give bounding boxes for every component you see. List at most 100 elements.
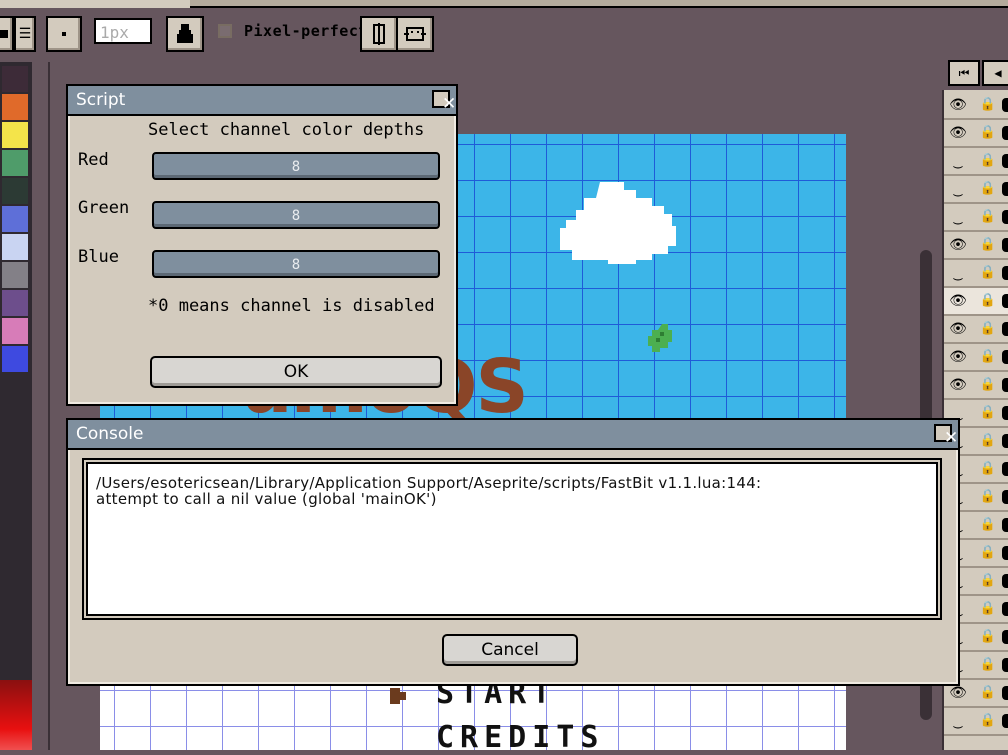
brush-size-input[interactable]: 1px bbox=[94, 18, 152, 44]
ink-bottle-icon bbox=[177, 24, 193, 43]
palette-swatch[interactable] bbox=[2, 122, 28, 148]
palette-swatch[interactable] bbox=[2, 262, 28, 288]
lock-icon[interactable]: 🔒 bbox=[978, 600, 998, 618]
pixel-perfect-label: Pixel-perfect bbox=[244, 22, 368, 40]
lock-icon[interactable]: 🔒 bbox=[978, 404, 998, 422]
eye-open-icon[interactable]: 👁 bbox=[948, 293, 968, 309]
lock-icon[interactable]: 🔒 bbox=[978, 544, 998, 562]
lock-icon[interactable]: 🔒 bbox=[978, 236, 998, 254]
brush-square-button[interactable] bbox=[0, 16, 14, 52]
symmetry-button[interactable] bbox=[360, 16, 398, 52]
ink-button[interactable] bbox=[166, 16, 204, 52]
palette-swatch[interactable] bbox=[2, 150, 28, 176]
lock-icon[interactable]: 🔒 bbox=[978, 684, 998, 702]
eye-closed-icon[interactable]: ‿ bbox=[948, 181, 968, 197]
lock-icon[interactable]: 🔒 bbox=[978, 516, 998, 534]
lock-icon[interactable]: 🔒 bbox=[978, 488, 998, 506]
eye-closed-icon[interactable]: ‿ bbox=[948, 209, 968, 225]
lock-icon[interactable]: 🔒 bbox=[978, 348, 998, 366]
palette-swatch[interactable] bbox=[2, 94, 28, 120]
lock-icon[interactable]: 🔒 bbox=[978, 320, 998, 338]
lock-icon[interactable]: 🔒 bbox=[978, 656, 998, 674]
eye-open-icon[interactable]: 👁 bbox=[948, 237, 968, 253]
layer-row[interactable]: ‿🔒 bbox=[944, 176, 1008, 204]
symmetry-icon bbox=[373, 23, 385, 45]
layer-row[interactable]: 👁 🔒 bbox=[944, 316, 1008, 344]
brush-shape-button[interactable] bbox=[46, 16, 82, 52]
cel-dot-icon bbox=[1002, 490, 1008, 504]
layer-row[interactable]: 👁 🔒 bbox=[944, 92, 1008, 120]
cel-dot-icon bbox=[1002, 658, 1008, 672]
script-dialog-close-button[interactable]: ✕ bbox=[432, 90, 456, 113]
cel-dot-icon bbox=[1002, 714, 1008, 728]
console-output[interactable]: /Users/esotericsean/Library/Application … bbox=[82, 458, 942, 620]
blue-channel-slider[interactable]: 8 bbox=[152, 250, 440, 278]
red-channel-slider[interactable]: 8 bbox=[152, 152, 440, 180]
palette-swatch[interactable] bbox=[2, 66, 28, 92]
red-channel-label: Red bbox=[78, 150, 109, 170]
dot-icon bbox=[62, 32, 66, 36]
eye-open-icon[interactable]: 👁 bbox=[948, 321, 968, 337]
lock-icon[interactable]: 🔒 bbox=[978, 96, 998, 114]
cel-dot-icon bbox=[1002, 350, 1008, 364]
cel-dot-icon bbox=[1002, 462, 1008, 476]
eye-open-icon[interactable]: 👁 bbox=[948, 377, 968, 393]
brush-options-button[interactable]: ☰ bbox=[14, 16, 36, 52]
lock-icon[interactable]: 🔒 bbox=[978, 572, 998, 590]
cel-dot-icon bbox=[1002, 322, 1008, 336]
lock-icon[interactable]: 🔒 bbox=[978, 432, 998, 450]
console-dialog-close-button[interactable]: ✕ bbox=[934, 424, 958, 447]
script-dialog-titlebar[interactable]: Script ✕ bbox=[68, 86, 456, 116]
cel-dot-icon bbox=[1002, 518, 1008, 532]
eye-closed-icon[interactable]: ‿ bbox=[948, 713, 968, 729]
lock-icon[interactable]: 🔒 bbox=[978, 628, 998, 646]
lock-icon[interactable]: 🔒 bbox=[978, 292, 998, 310]
cel-dot-icon bbox=[1002, 294, 1008, 308]
eye-open-icon[interactable]: 👁 bbox=[948, 97, 968, 113]
layer-row[interactable]: ‿🔒 bbox=[944, 708, 1008, 736]
eye-open-icon[interactable]: 👁 bbox=[948, 125, 968, 141]
lock-icon[interactable]: 🔒 bbox=[978, 376, 998, 394]
cancel-button[interactable]: Cancel bbox=[442, 634, 578, 666]
lock-icon[interactable]: 🔒 bbox=[978, 460, 998, 478]
layer-row[interactable]: 👁 🔒 bbox=[944, 344, 1008, 372]
palette-swatch[interactable] bbox=[2, 178, 28, 204]
green-channel-slider[interactable]: 8 bbox=[152, 201, 440, 229]
cel-dot-icon bbox=[1002, 434, 1008, 448]
layer-row[interactable]: ‿🔒 bbox=[944, 260, 1008, 288]
lock-icon[interactable]: 🔒 bbox=[978, 208, 998, 226]
cel-dot-icon bbox=[1002, 630, 1008, 644]
eye-open-icon[interactable]: 👁 bbox=[948, 685, 968, 701]
lock-icon[interactable]: 🔒 bbox=[978, 152, 998, 170]
pixel-perfect-checkbox[interactable] bbox=[218, 24, 232, 38]
toolbar-top-strip bbox=[0, 0, 1008, 8]
layer-row-selected[interactable]: 👁 🔒 bbox=[944, 288, 1008, 316]
lock-icon[interactable]: 🔒 bbox=[978, 264, 998, 282]
layer-row[interactable]: 👁 🔒 bbox=[944, 120, 1008, 148]
lock-icon[interactable]: 🔒 bbox=[978, 124, 998, 142]
leaf-sprite bbox=[648, 324, 672, 352]
blue-channel-label: Blue bbox=[78, 247, 119, 267]
palette-swatch[interactable] bbox=[2, 318, 28, 344]
layer-row[interactable]: ‿🔒 bbox=[944, 148, 1008, 176]
first-frame-button[interactable]: ⏮ bbox=[948, 60, 980, 86]
console-dialog-titlebar[interactable]: Console ✕ bbox=[68, 420, 958, 450]
script-dialog-heading: Select channel color depths bbox=[148, 120, 425, 140]
palette-swatch[interactable] bbox=[2, 206, 28, 232]
lock-icon[interactable]: 🔒 bbox=[978, 180, 998, 198]
color-gradient-picker[interactable] bbox=[0, 680, 32, 750]
eye-closed-icon[interactable]: ‿ bbox=[948, 153, 968, 169]
cel-dot-icon bbox=[1002, 602, 1008, 616]
ok-button[interactable]: OK bbox=[150, 356, 442, 388]
layer-row[interactable]: 👁 🔒 bbox=[944, 372, 1008, 400]
snap-button[interactable] bbox=[396, 16, 434, 52]
eye-closed-icon[interactable]: ‿ bbox=[948, 265, 968, 281]
palette-swatch[interactable] bbox=[2, 290, 28, 316]
lock-icon[interactable]: 🔒 bbox=[978, 712, 998, 730]
eye-open-icon[interactable]: 👁 bbox=[948, 349, 968, 365]
layer-row[interactable]: 👁 🔒 bbox=[944, 232, 1008, 260]
palette-swatch[interactable] bbox=[2, 234, 28, 260]
previous-frame-button[interactable]: ◀ bbox=[982, 60, 1008, 86]
layer-row[interactable]: ‿🔒 bbox=[944, 204, 1008, 232]
palette-swatch[interactable] bbox=[2, 346, 28, 372]
